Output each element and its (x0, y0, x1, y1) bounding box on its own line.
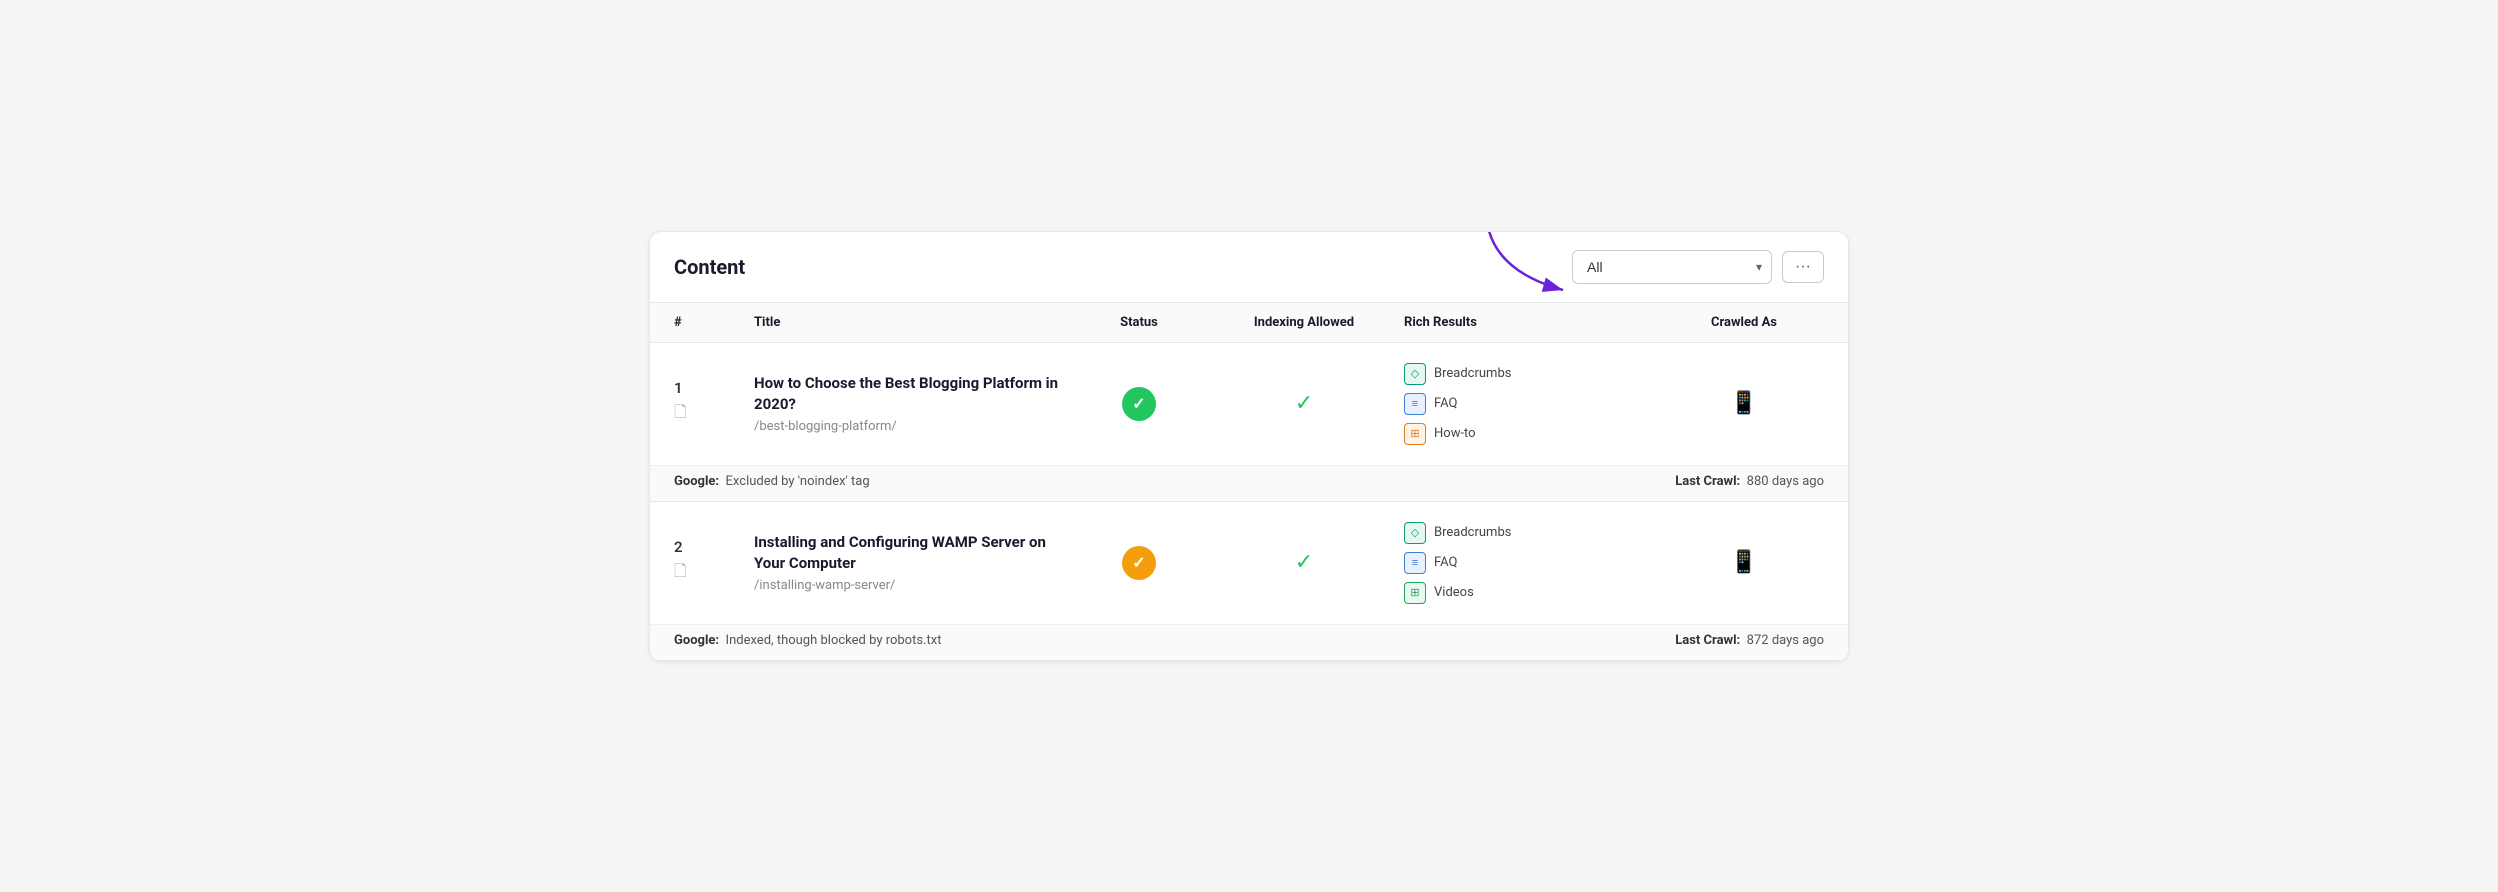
table-row: 2 🗋 Installing and Configuring WAMP Serv… (650, 502, 1848, 661)
col-header-num: # (674, 315, 754, 330)
google-note-text-2: Indexed, though blocked by robots.txt (726, 633, 942, 648)
google-prefix: Google: (674, 633, 719, 648)
header-right: All Indexed Not Indexed Blocked ▾ ··· (1572, 250, 1824, 284)
mobile-icon: 📱 (1730, 550, 1757, 575)
last-crawl-prefix: Last Crawl: (1675, 474, 1740, 489)
col-header-crawled: Crawled As (1664, 315, 1824, 330)
checkmark-icon: ✓ (1132, 553, 1145, 572)
col-header-status: Status (1074, 315, 1204, 330)
filter-select-wrapper[interactable]: All Indexed Not Indexed Blocked ▾ (1572, 250, 1772, 284)
table-row: 1 🗋 How to Choose the Best Blogging Plat… (650, 343, 1848, 502)
row-url-2: /installing-wamp-server/ (754, 578, 1074, 593)
google-note-2: Google: Indexed, though blocked by robot… (674, 633, 941, 648)
document-icon: 🗋 (674, 560, 687, 587)
howto-icon: ⊞ (1404, 423, 1426, 445)
rich-label-videos: Videos (1434, 585, 1474, 600)
rich-label-faq: FAQ (1434, 396, 1457, 411)
faq-icon: ≡ (1404, 393, 1426, 415)
google-note-text-1: Excluded by 'noindex' tag (726, 474, 870, 489)
rich-item-videos: ⊞ Videos (1404, 582, 1664, 604)
col-header-indexing: Indexing Allowed (1204, 315, 1404, 330)
rich-label-howto: How-to (1434, 426, 1476, 441)
row-url-1: /best-blogging-platform/ (754, 419, 1074, 434)
col-header-title: Title (754, 315, 1074, 330)
rich-item-breadcrumbs: ◇ Breadcrumbs (1404, 363, 1664, 385)
index-check-icon: ✓ (1295, 391, 1313, 416)
arrow-annotation (1468, 231, 1588, 306)
rich-label-faq-2: FAQ (1434, 555, 1457, 570)
more-options-button[interactable]: ··· (1782, 251, 1824, 283)
rich-item-faq-2: ≡ FAQ (1404, 552, 1664, 574)
content-card: Content All Indexed Not Indexed (649, 231, 1849, 662)
last-crawl-1: Last Crawl: 880 days ago (1675, 474, 1824, 489)
row-number: 2 (674, 538, 683, 556)
checkmark-icon: ✓ (1132, 394, 1145, 413)
breadcrumbs-icon: ◇ (1404, 363, 1426, 385)
last-crawl-prefix: Last Crawl: (1675, 633, 1740, 648)
rich-results-1: ◇ Breadcrumbs ≡ FAQ ⊞ How-to (1404, 363, 1664, 445)
rich-item-howto: ⊞ How-to (1404, 423, 1664, 445)
row-main-1: 1 🗋 How to Choose the Best Blogging Plat… (650, 343, 1848, 465)
row-meta-2: Google: Indexed, though blocked by robot… (650, 624, 1848, 660)
google-prefix: Google: (674, 474, 719, 489)
status-cell-2: ✓ (1074, 546, 1204, 580)
last-crawl-2: Last Crawl: 872 days ago (1675, 633, 1824, 648)
row-num-1: 1 🗋 (674, 379, 754, 428)
rich-item-breadcrumbs-2: ◇ Breadcrumbs (1404, 522, 1664, 544)
rich-label-breadcrumbs: Breadcrumbs (1434, 366, 1511, 381)
filter-select[interactable]: All Indexed Not Indexed Blocked (1572, 250, 1772, 284)
faq-icon: ≡ (1404, 552, 1426, 574)
row-title-col-2: Installing and Configuring WAMP Server o… (754, 532, 1074, 593)
row-title-col-1: How to Choose the Best Blogging Platform… (754, 373, 1074, 434)
row-title-2: Installing and Configuring WAMP Server o… (754, 532, 1074, 574)
card-header: Content All Indexed Not Indexed (650, 232, 1848, 303)
index-cell-1: ✓ (1204, 391, 1404, 416)
last-crawl-text-1: 880 days ago (1747, 474, 1824, 489)
crawled-cell-2: 📱 (1664, 550, 1824, 575)
rich-results-2: ◇ Breadcrumbs ≡ FAQ ⊞ Videos (1404, 522, 1664, 604)
crawled-cell-1: 📱 (1664, 391, 1824, 416)
rich-label-breadcrumbs-2: Breadcrumbs (1434, 525, 1511, 540)
status-circle-orange: ✓ (1122, 546, 1156, 580)
videos-icon: ⊞ (1404, 582, 1426, 604)
row-main-2: 2 🗋 Installing and Configuring WAMP Serv… (650, 502, 1848, 624)
index-cell-2: ✓ (1204, 550, 1404, 575)
card-title: Content (674, 255, 745, 279)
col-header-rich: Rich Results (1404, 315, 1664, 330)
row-meta-1: Google: Excluded by 'noindex' tag Last C… (650, 465, 1848, 501)
last-crawl-text-2: 872 days ago (1747, 633, 1824, 648)
table-header: # Title Status Indexing Allowed Rich Res… (650, 303, 1848, 343)
status-cell-1: ✓ (1074, 387, 1204, 421)
index-check-icon: ✓ (1295, 550, 1313, 575)
breadcrumbs-icon: ◇ (1404, 522, 1426, 544)
row-title-1: How to Choose the Best Blogging Platform… (754, 373, 1074, 415)
google-note-1: Google: Excluded by 'noindex' tag (674, 474, 870, 489)
document-icon: 🗋 (674, 401, 687, 428)
row-number: 1 (674, 379, 683, 397)
mobile-icon: 📱 (1730, 391, 1757, 416)
rich-item-faq: ≡ FAQ (1404, 393, 1664, 415)
row-num-2: 2 🗋 (674, 538, 754, 587)
status-circle-green: ✓ (1122, 387, 1156, 421)
